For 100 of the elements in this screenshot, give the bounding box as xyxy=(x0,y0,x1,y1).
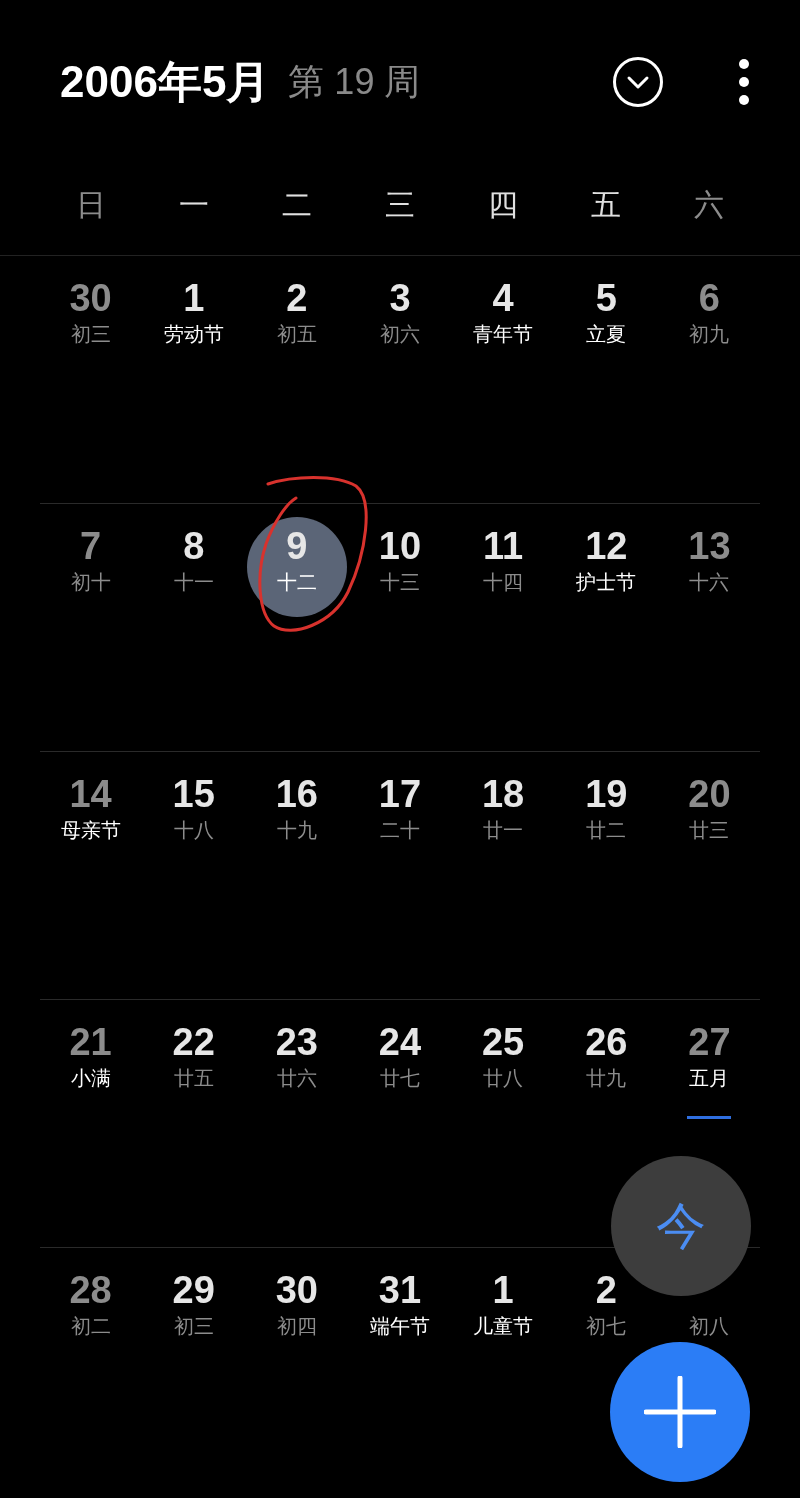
day-cell[interactable]: 25 廿八 xyxy=(482,1020,525,1092)
lunar-date: 初五 xyxy=(276,322,317,347)
lunar-date: 廿三 xyxy=(689,818,730,843)
day-cell[interactable]: 18 廿一 xyxy=(482,772,525,844)
day-number: 19 xyxy=(585,772,628,816)
day-cell[interactable]: 30 初三 xyxy=(69,276,112,348)
day-number: 8 xyxy=(183,524,205,568)
day-cell[interactable]: 29 初三 xyxy=(172,1268,215,1340)
day-cell[interactable]: 27 五月 xyxy=(687,1020,732,1119)
day-number: 21 xyxy=(69,1020,112,1064)
day-cell[interactable]: 11 十四 xyxy=(483,524,524,596)
day-number: 23 xyxy=(275,1020,318,1064)
day-cell[interactable]: 初八 xyxy=(689,1312,730,1340)
lunar-date: 廿六 xyxy=(276,1066,317,1091)
day-cell[interactable]: 23 廿六 xyxy=(275,1020,318,1092)
day-cell[interactable]: 21 小满 xyxy=(69,1020,112,1092)
day-number: 16 xyxy=(275,772,318,816)
lunar-date: 十三 xyxy=(380,570,420,595)
day-cell[interactable]: 24 廿七 xyxy=(378,1020,422,1092)
day-cell[interactable]: 28 初二 xyxy=(69,1268,112,1340)
lunar-date: 廿二 xyxy=(586,818,627,843)
day-cell[interactable]: 19 廿二 xyxy=(585,772,628,844)
day-number: 22 xyxy=(172,1020,215,1064)
day-number: 10 xyxy=(378,524,422,568)
lunar-date: 廿五 xyxy=(173,1066,214,1091)
day-cell[interactable]: 14 母亲节 xyxy=(60,772,121,844)
lunar-date: 十八 xyxy=(173,818,214,843)
day-number: 28 xyxy=(69,1268,112,1312)
lunar-date: 初二 xyxy=(70,1314,111,1339)
lunar-date: 廿九 xyxy=(586,1066,627,1091)
day-cell[interactable]: 5 立夏 xyxy=(586,276,627,348)
day-number: 20 xyxy=(688,772,731,816)
day-cell[interactable]: 16 十九 xyxy=(275,772,318,844)
lunar-date: 儿童节 xyxy=(473,1314,534,1339)
lunar-date: 立夏 xyxy=(586,322,627,347)
lunar-date: 初六 xyxy=(380,322,420,347)
day-cell[interactable]: 6 初九 xyxy=(689,276,730,348)
day-number: 29 xyxy=(172,1268,215,1312)
day-cell[interactable]: 4 青年节 xyxy=(473,276,534,348)
day-cell[interactable]: 22 廿五 xyxy=(172,1020,215,1092)
weekday-label: 六 xyxy=(694,187,725,223)
day-cell[interactable]: 26 廿九 xyxy=(585,1020,628,1092)
more-menu-icon[interactable] xyxy=(738,58,750,106)
day-cell[interactable]: 8 十一 xyxy=(173,524,214,596)
day-cell[interactable]: 12 护士节 xyxy=(576,524,637,596)
weekday-label: 五 xyxy=(591,187,622,223)
lunar-date: 端午节 xyxy=(370,1314,430,1339)
day-cell[interactable]: 31 端午节 xyxy=(370,1268,430,1340)
day-cell[interactable]: 15 十八 xyxy=(172,772,215,844)
week-number: 第 19 周 xyxy=(288,64,421,100)
day-cell[interactable]: 9 十二 xyxy=(246,517,347,617)
lunar-date: 小满 xyxy=(70,1066,111,1091)
day-cell[interactable]: 7 初十 xyxy=(70,524,111,596)
chevron-down-icon[interactable] xyxy=(612,56,664,108)
day-number: 26 xyxy=(585,1020,628,1064)
lunar-date: 十二 xyxy=(276,570,317,595)
day-cell[interactable]: 17 二十 xyxy=(378,772,422,844)
day-number: 14 xyxy=(69,772,112,816)
weekday-label: 二 xyxy=(281,187,312,223)
day-number: 13 xyxy=(688,524,731,568)
lunar-date: 廿八 xyxy=(483,1066,524,1091)
day-cell[interactable]: 30 初四 xyxy=(275,1268,318,1340)
lunar-date: 青年节 xyxy=(473,322,534,347)
day-number: 31 xyxy=(378,1268,422,1312)
day-number: 9 xyxy=(286,524,308,568)
plus-icon xyxy=(644,1376,716,1448)
lunar-date: 护士节 xyxy=(576,570,637,595)
lunar-date: 初九 xyxy=(689,322,730,347)
lunar-date: 劳动节 xyxy=(163,322,224,347)
lunar-date: 初三 xyxy=(173,1314,214,1339)
lunar-date: 母亲节 xyxy=(60,818,121,843)
day-cell[interactable]: 2 初五 xyxy=(276,276,317,348)
day-number: 11 xyxy=(483,524,524,568)
day-number: 12 xyxy=(585,524,628,568)
day-number: 5 xyxy=(595,276,617,320)
day-number: 2 xyxy=(286,276,308,320)
day-cell[interactable]: 1 劳动节 xyxy=(163,276,224,348)
month-title: 2006年5月 xyxy=(60,60,271,104)
lunar-date: 初七 xyxy=(586,1314,627,1339)
day-number: 25 xyxy=(482,1020,525,1064)
lunar-date: 十一 xyxy=(173,570,214,595)
day-number: 7 xyxy=(80,524,102,568)
weekday-label: 三 xyxy=(385,187,415,223)
lunar-date: 二十 xyxy=(380,818,420,843)
day-cell[interactable]: 3 初六 xyxy=(380,276,420,348)
lunar-date: 五月 xyxy=(689,1066,730,1091)
day-number: 27 xyxy=(688,1020,731,1064)
day-number: 1 xyxy=(183,276,205,320)
day-number: 6 xyxy=(698,276,720,320)
day-number: 3 xyxy=(389,276,411,320)
lunar-date: 初十 xyxy=(70,570,111,595)
day-cell[interactable]: 10 十三 xyxy=(378,524,422,596)
day-cell[interactable]: 13 十六 xyxy=(688,524,731,596)
day-cell[interactable]: 20 廿三 xyxy=(688,772,731,844)
day-number: 17 xyxy=(378,772,422,816)
day-cell[interactable]: 1 儿童节 xyxy=(473,1268,534,1340)
day-number: 15 xyxy=(172,772,215,816)
day-number: 4 xyxy=(492,276,514,320)
weekday-label: 四 xyxy=(488,187,519,223)
lunar-date: 十四 xyxy=(483,570,524,595)
